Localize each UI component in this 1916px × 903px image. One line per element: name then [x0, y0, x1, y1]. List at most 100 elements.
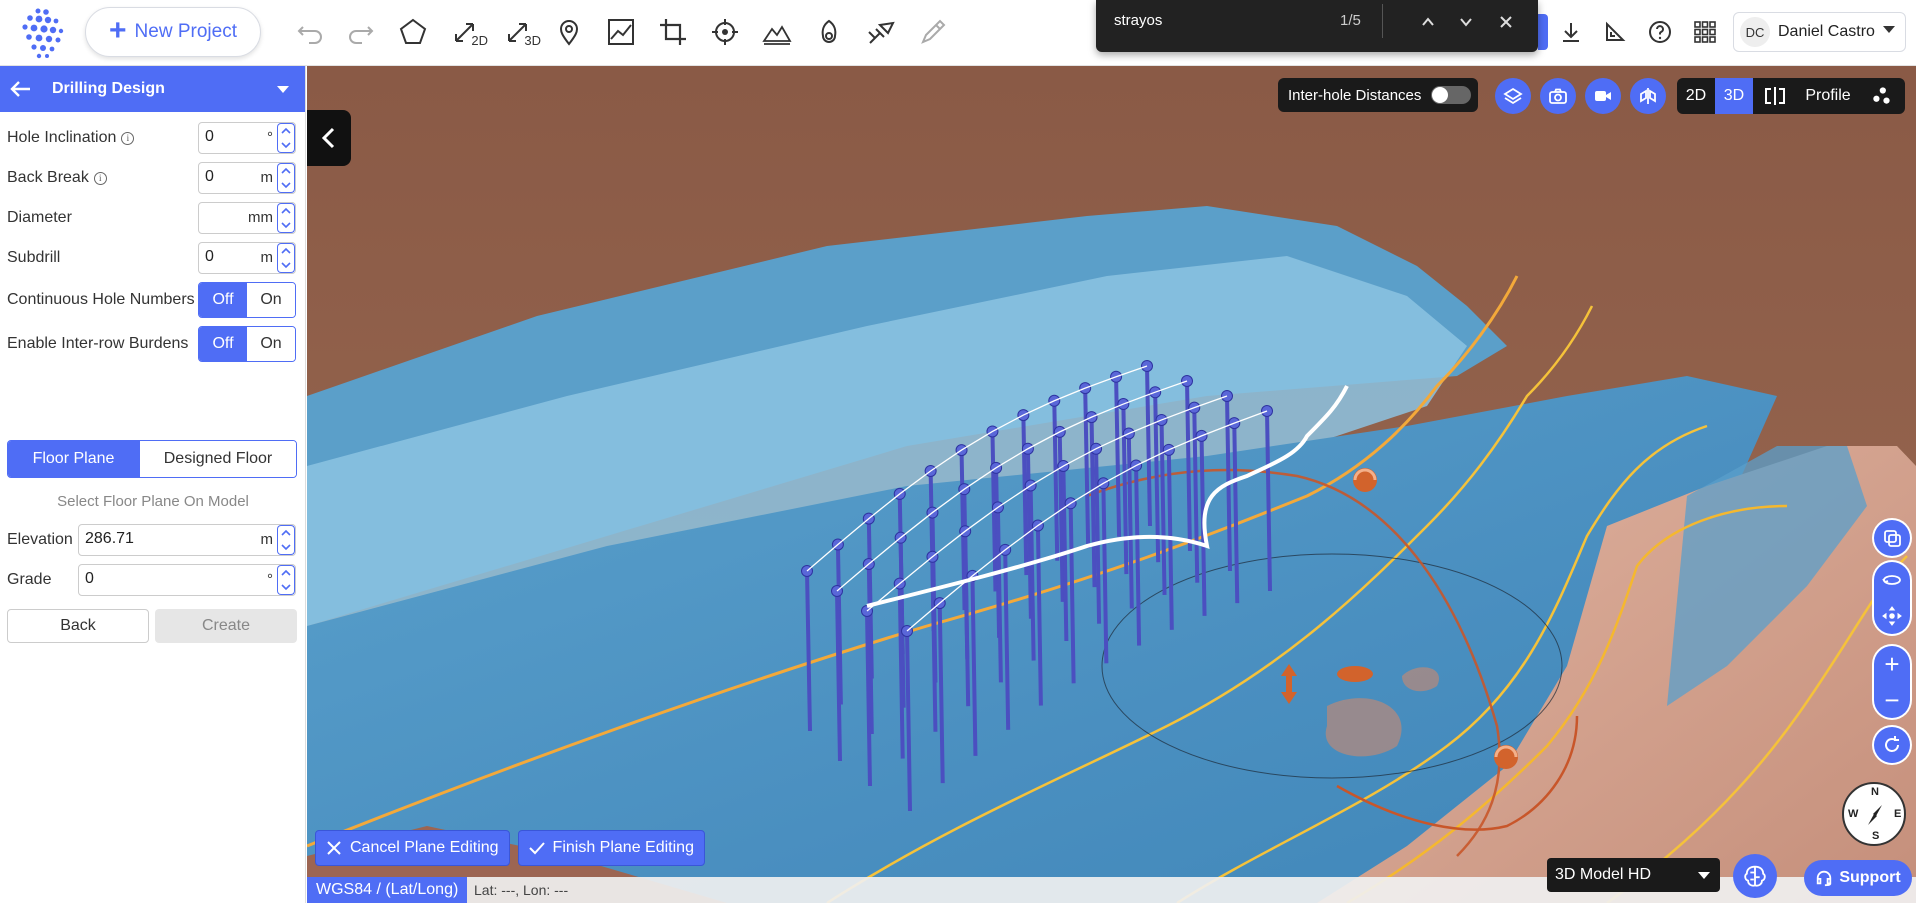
crop-button[interactable]: [653, 12, 693, 52]
find-next-button[interactable]: [1452, 8, 1480, 36]
subdrill-field[interactable]: m: [198, 242, 296, 274]
elevation-field[interactable]: m: [78, 524, 296, 556]
diameter-field[interactable]: mm: [198, 202, 296, 234]
plane-rotate-handle[interactable]: [1353, 468, 1377, 492]
elevation-stepper[interactable]: [277, 525, 295, 555]
measure-2d-button[interactable]: 2D: [446, 12, 488, 52]
back-break-input[interactable]: [205, 168, 263, 186]
layer-stack-button[interactable]: [1874, 520, 1910, 556]
info-icon[interactable]: i: [93, 171, 107, 185]
help-button[interactable]: [1644, 16, 1676, 48]
continuous-hole-numbers-off[interactable]: Off: [199, 283, 247, 317]
interrow-burdens-off[interactable]: Off: [199, 327, 247, 361]
view-mode-points[interactable]: [1859, 78, 1903, 114]
diameter-unit: mm: [248, 209, 273, 226]
coordinate-system-selector[interactable]: WGS84 / (Lat/Long): [307, 877, 468, 903]
stepper-down-button[interactable]: [277, 540, 295, 555]
apps-grid-button[interactable]: [1689, 16, 1721, 48]
undo-button[interactable]: [290, 12, 330, 52]
user-menu[interactable]: DC Daniel Castro: [1733, 12, 1906, 52]
caret-down-icon[interactable]: [277, 86, 289, 93]
profile-chart-button[interactable]: [601, 12, 641, 52]
plane-rotate-handle[interactable]: [1494, 745, 1518, 769]
view-mode-profile[interactable]: Profile: [1797, 78, 1859, 114]
find-prev-button[interactable]: [1414, 8, 1442, 36]
finish-plane-editing-button[interactable]: Finish Plane Editing: [517, 830, 705, 866]
collapse-panel-button[interactable]: [307, 110, 351, 166]
continuous-hole-numbers-toggle[interactable]: Off On: [198, 282, 296, 318]
stepper-up-button[interactable]: [277, 163, 295, 178]
find-query[interactable]: strayos: [1114, 12, 1162, 29]
tab-designed-floor[interactable]: Designed Floor: [139, 441, 296, 477]
compare-button[interactable]: [1630, 78, 1666, 114]
chevron-down-icon: [281, 262, 291, 269]
compass-icon[interactable]: N E S W: [1842, 782, 1906, 846]
hole-inclination-stepper[interactable]: [277, 123, 295, 153]
record-video-button[interactable]: [1585, 78, 1621, 114]
orbit-button[interactable]: [1874, 562, 1910, 598]
redo-button[interactable]: [341, 12, 381, 52]
inter-hole-distances-switch[interactable]: [1431, 86, 1472, 104]
interrow-burdens-on[interactable]: On: [247, 327, 295, 361]
hole-inclination-input[interactable]: [205, 128, 263, 146]
stepper-up-button[interactable]: [277, 243, 295, 258]
stepper-up-button[interactable]: [277, 123, 295, 138]
layers-button[interactable]: [1495, 78, 1531, 114]
find-close-button[interactable]: [1492, 8, 1520, 36]
stepper-down-button[interactable]: [277, 258, 295, 273]
target-button[interactable]: [705, 12, 745, 52]
measure-3d-button[interactable]: 3D: [499, 12, 541, 52]
pen-button[interactable]: [913, 12, 953, 52]
hole-inclination-field[interactable]: °: [198, 122, 296, 154]
info-icon[interactable]: i: [121, 131, 135, 145]
grade-stepper[interactable]: [277, 565, 295, 595]
stepper-down-button[interactable]: [277, 218, 295, 233]
subdrill-input[interactable]: [205, 248, 263, 266]
zoom-in-button[interactable]: +: [1874, 646, 1910, 682]
plane-origin-handle[interactable]: [1337, 666, 1373, 682]
stepper-up-button[interactable]: [277, 525, 295, 540]
download-button[interactable]: [1555, 16, 1587, 48]
terrain-button[interactable]: [757, 12, 797, 52]
elevation-input[interactable]: [85, 530, 215, 548]
back-arrow-icon[interactable]: [8, 76, 34, 102]
3d-viewport[interactable]: [307, 66, 1916, 903]
back-button[interactable]: Back: [7, 609, 149, 643]
screenshot-button[interactable]: [1540, 78, 1576, 114]
app-logo-icon[interactable]: [18, 6, 70, 60]
pan-button[interactable]: [1874, 598, 1910, 634]
cancel-plane-editing-button[interactable]: Cancel Plane Editing: [315, 830, 510, 866]
ai-assistant-button[interactable]: [1733, 854, 1777, 898]
drill-button[interactable]: [861, 12, 901, 52]
subdrill-stepper[interactable]: [277, 243, 295, 273]
new-project-button[interactable]: + New Project: [85, 7, 261, 57]
model-quality-select[interactable]: 3D Model HD: [1547, 858, 1720, 892]
tab-floor-plane[interactable]: Floor Plane: [8, 441, 139, 477]
interrow-burdens-toggle[interactable]: Off On: [198, 326, 296, 362]
grade-field[interactable]: °: [78, 564, 296, 596]
blast-button[interactable]: [809, 12, 849, 52]
location-pin-button[interactable]: [549, 12, 589, 52]
diameter-stepper[interactable]: [277, 203, 295, 233]
grade-input[interactable]: [85, 570, 215, 588]
zoom-out-button[interactable]: −: [1874, 682, 1910, 718]
polygon-tool-button[interactable]: [393, 12, 433, 52]
view-mode-2d[interactable]: 2D: [1677, 78, 1715, 114]
view-mode-3d[interactable]: 3D: [1715, 78, 1753, 114]
back-break-label: Back Break i: [7, 169, 107, 187]
terrain-model[interactable]: [307, 66, 1916, 903]
stepper-down-button[interactable]: [277, 178, 295, 193]
reset-rotation-button[interactable]: [1874, 727, 1910, 763]
stepper-down-button[interactable]: [277, 580, 295, 595]
stepper-up-button[interactable]: [277, 565, 295, 580]
back-break-stepper[interactable]: [277, 163, 295, 193]
view-mode-split[interactable]: [1753, 78, 1797, 114]
back-break-field[interactable]: m: [198, 162, 296, 194]
continuous-hole-numbers-on[interactable]: On: [247, 283, 295, 317]
support-button[interactable]: Support: [1804, 860, 1912, 896]
create-button[interactable]: Create: [155, 609, 297, 643]
stepper-up-button[interactable]: [277, 203, 295, 218]
inter-hole-distances-toggle[interactable]: Inter-hole Distances: [1278, 78, 1478, 112]
ruler-button[interactable]: [1599, 16, 1631, 48]
stepper-down-button[interactable]: [277, 138, 295, 153]
